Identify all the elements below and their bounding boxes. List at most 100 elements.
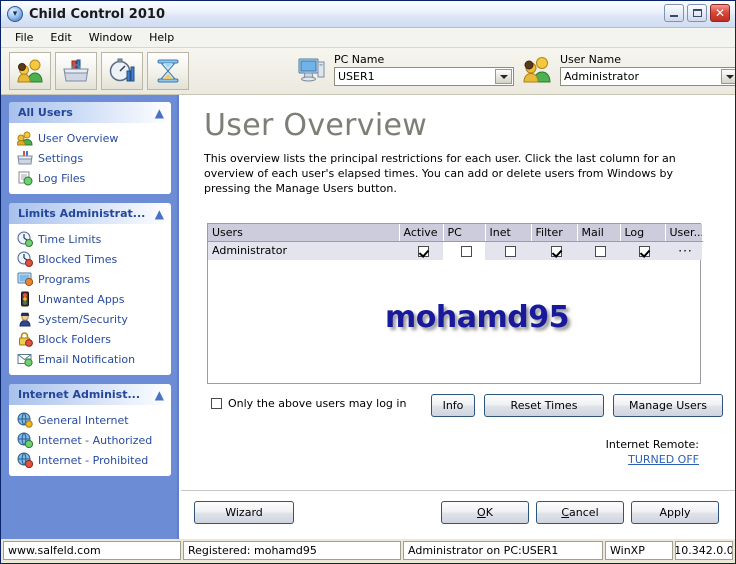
- manage-users-button[interactable]: Manage Users: [613, 394, 723, 417]
- checkbox-pc[interactable]: [460, 245, 472, 257]
- column-header-pc[interactable]: PC: [443, 224, 486, 242]
- cell-log[interactable]: [620, 241, 665, 260]
- sidebar-section-title: All Users: [18, 106, 73, 119]
- apply-button[interactable]: Apply: [631, 501, 719, 524]
- menu-item-help[interactable]: Help: [141, 29, 183, 46]
- hourglass-toolbar-button[interactable]: [147, 52, 189, 90]
- sidebar-item-internet-prohibited[interactable]: Internet - Prohibited: [9, 450, 171, 470]
- sidebar-item-blocked-times[interactable]: Blocked Times: [9, 249, 171, 269]
- column-header-mail[interactable]: Mail: [577, 224, 621, 242]
- chevron-down-icon[interactable]: [495, 69, 512, 84]
- checkbox-log[interactable]: [639, 245, 650, 257]
- maximize-button[interactable]: [687, 4, 707, 22]
- sidebar-section-title: Limits Administrat...: [18, 207, 146, 220]
- sidebar-item-label: Email Notification: [38, 352, 136, 366]
- minimize-button[interactable]: [664, 4, 684, 22]
- cell-user-name: Administrator: [208, 241, 399, 260]
- sidebar-item-unwanted-apps[interactable]: Unwanted Apps: [9, 289, 171, 309]
- sidebar-item-label: System/Security: [38, 312, 128, 326]
- checkbox-mail[interactable]: [595, 245, 606, 257]
- column-header-users[interactable]: Users: [208, 224, 400, 242]
- status-website[interactable]: www.salfeld.com: [3, 541, 181, 560]
- sidebar-item-label: Block Folders: [38, 332, 111, 346]
- internet-remote-link[interactable]: TURNED OFF: [606, 453, 699, 466]
- globe-check-icon: [17, 432, 33, 448]
- column-header-log[interactable]: Log: [620, 224, 666, 242]
- cell-mail[interactable]: [577, 241, 620, 260]
- stopwatch-toolbar-button[interactable]: [101, 52, 143, 90]
- close-button[interactable]: ✕: [710, 4, 730, 22]
- column-header-filter[interactable]: Filter: [531, 224, 578, 242]
- checkbox-inet[interactable]: [504, 245, 516, 257]
- reset-times-button[interactable]: Reset Times: [484, 394, 604, 417]
- sidebar-section-header[interactable]: Internet Administ... ▲: [9, 384, 171, 405]
- stopwatch-chart-icon: [109, 58, 135, 82]
- checkbox-active[interactable]: [417, 245, 429, 257]
- sidebar-item-user-overview[interactable]: User Overview: [9, 128, 171, 148]
- cell-inet[interactable]: [485, 241, 531, 260]
- only-above-users-row[interactable]: Only the above users may log in: [211, 397, 406, 410]
- sidebar-item-internet-authorized[interactable]: Internet - Authorized: [9, 430, 171, 450]
- menu-item-window[interactable]: Window: [81, 29, 141, 46]
- status-context: Administrator on PC:USER1: [403, 541, 603, 560]
- sidebar-item-label: Internet - Authorized: [38, 433, 153, 447]
- user-name-group: User Name Administrator: [523, 53, 735, 86]
- column-header-inet[interactable]: Inet: [485, 224, 532, 242]
- table-row[interactable]: Administrator ···: [208, 241, 702, 260]
- column-header-active[interactable]: Active: [399, 224, 444, 242]
- cell-filter[interactable]: [531, 241, 577, 260]
- cancel-button[interactable]: Cancel: [536, 501, 624, 524]
- checkbox-only-above-users[interactable]: [211, 398, 222, 409]
- sidebar-item-programs[interactable]: Programs: [9, 269, 171, 289]
- cell-more[interactable]: ···: [665, 241, 702, 260]
- chevron-down-icon[interactable]: [721, 69, 735, 84]
- chevron-up-icon[interactable]: ▲: [155, 107, 164, 119]
- sidebar-item-system-security[interactable]: System/Security: [9, 309, 171, 329]
- globe-block-icon: [17, 452, 33, 468]
- sidebar-item-label: Time Limits: [38, 232, 102, 246]
- ok-button[interactable]: OK: [441, 501, 529, 524]
- sidebar-section-header[interactable]: All Users ▲: [9, 102, 171, 123]
- sidebar-item-block-folders[interactable]: Block Folders: [9, 329, 171, 349]
- email-icon: [17, 354, 33, 367]
- info-button[interactable]: Info: [431, 394, 475, 417]
- dialog-footer: Wizard OK Cancel Apply: [181, 490, 735, 537]
- page-description: This overview lists the principal restri…: [204, 152, 676, 195]
- traffic-light-icon: [21, 291, 29, 307]
- users-toolbar-button[interactable]: [9, 52, 51, 90]
- sidebar-item-settings[interactable]: Settings: [9, 148, 171, 168]
- pc-name-select[interactable]: USER1: [334, 67, 514, 86]
- toolbox-toolbar-button[interactable]: [55, 52, 97, 90]
- column-header-user-more[interactable]: User...: [665, 224, 703, 242]
- pc-name-value: USER1: [338, 70, 375, 83]
- status-os: WinXP: [605, 541, 673, 560]
- lock-icon: [19, 332, 33, 347]
- window-title: Child Control 2010: [29, 6, 165, 22]
- users-table[interactable]: Users Active PC Inet Filter Mail Log Use…: [207, 223, 703, 384]
- sidebar-item-email-notification[interactable]: Email Notification: [9, 349, 171, 369]
- sidebar-item-label: Unwanted Apps: [38, 292, 125, 306]
- sidebar-section-limits-administration: Limits Administrat... ▲ Time Limits Bloc…: [9, 203, 171, 375]
- user-name-select[interactable]: Administrator: [560, 67, 735, 86]
- sidebar-section-header[interactable]: Limits Administrat... ▲: [9, 203, 171, 224]
- sidebar-item-label: Settings: [38, 151, 84, 165]
- log-files-icon: [18, 171, 33, 186]
- ellipsis-icon[interactable]: ···: [678, 244, 692, 258]
- users-group-icon: [17, 59, 43, 83]
- sidebar-item-log-files[interactable]: Log Files: [9, 168, 171, 188]
- sidebar-item-time-limits[interactable]: Time Limits: [9, 229, 171, 249]
- menu-item-file[interactable]: File: [7, 29, 42, 46]
- cancel-accel: C: [561, 506, 570, 519]
- menu-item-edit[interactable]: Edit: [42, 29, 80, 46]
- only-above-users-label: Only the above users may log in: [228, 397, 407, 410]
- cell-active[interactable]: [399, 241, 443, 260]
- sidebar-item-general-internet[interactable]: General Internet: [9, 410, 171, 430]
- chevron-up-icon[interactable]: ▲: [155, 208, 164, 220]
- chevron-up-icon[interactable]: ▲: [155, 389, 164, 401]
- wizard-button[interactable]: Wizard: [194, 501, 294, 524]
- cancel-rest: ancel: [569, 506, 599, 519]
- status-bar: www.salfeld.com Registered: mohamd95 Adm…: [1, 539, 735, 563]
- checkbox-filter[interactable]: [550, 245, 562, 257]
- cell-pc[interactable]: [443, 241, 485, 260]
- user-overview-icon: [17, 131, 33, 146]
